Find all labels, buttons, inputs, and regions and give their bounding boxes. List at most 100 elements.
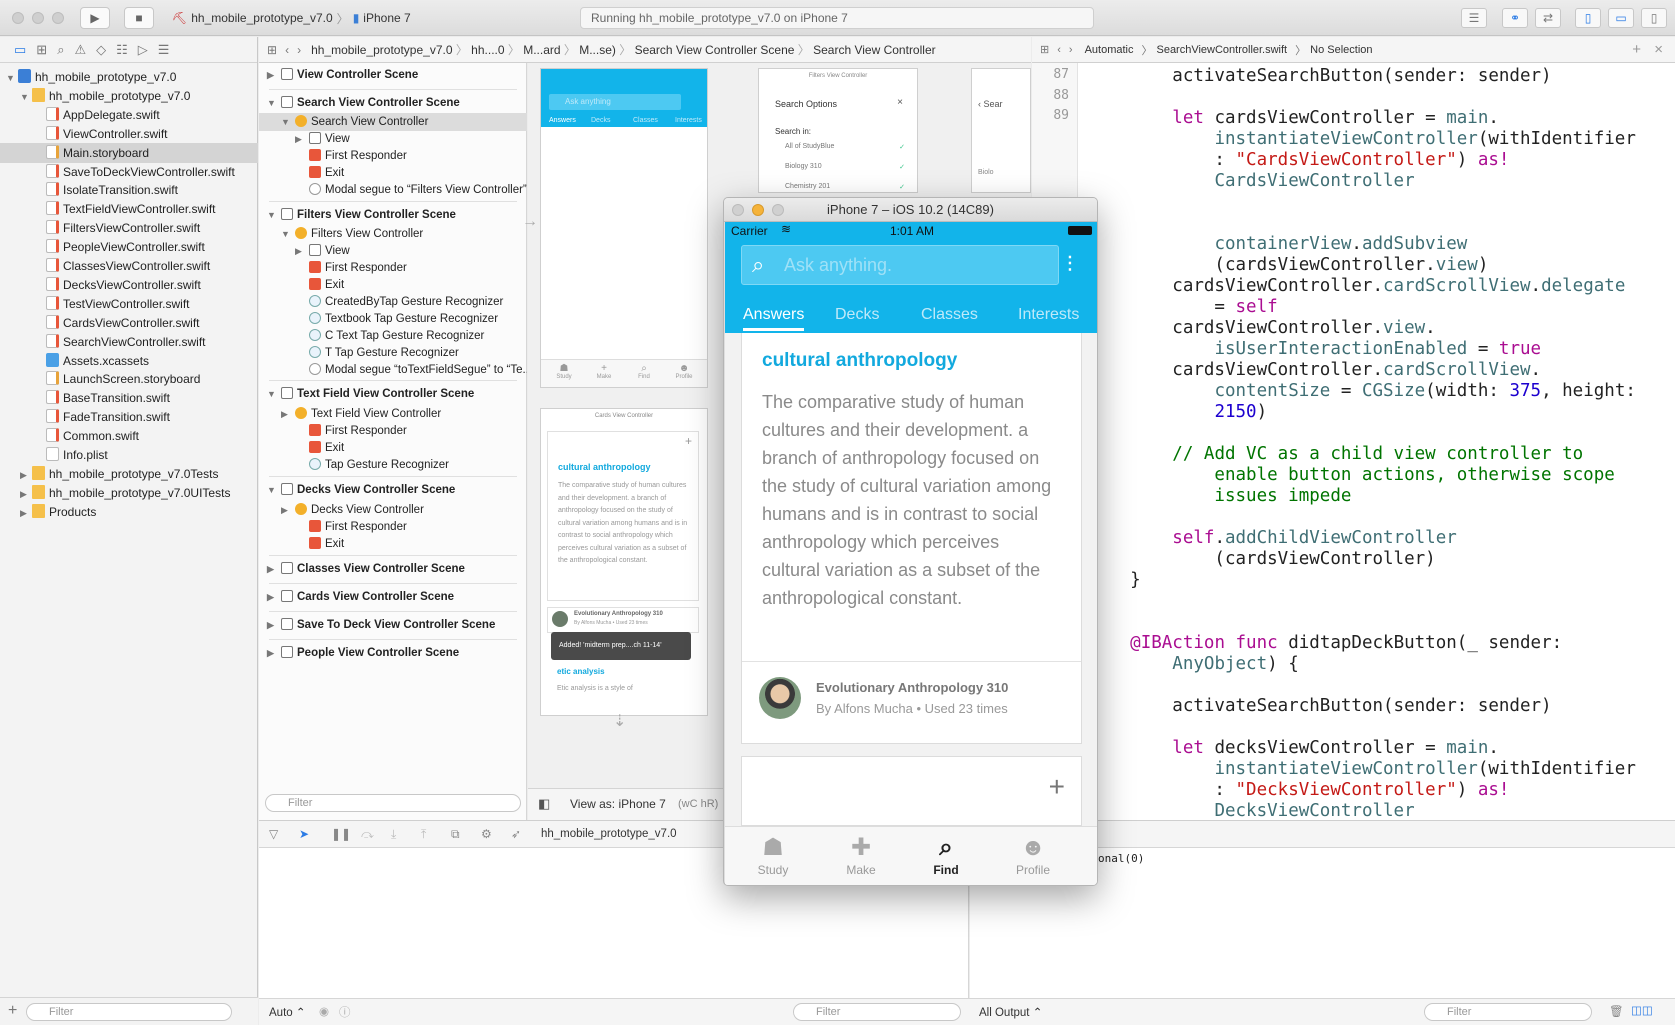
outline-item-exit[interactable]: Exit bbox=[259, 439, 527, 457]
forward-icon[interactable]: › bbox=[297, 43, 301, 57]
symbol-tab-icon[interactable]: ⊞ bbox=[36, 42, 47, 58]
forward-icon[interactable]: › bbox=[1069, 44, 1073, 56]
file-tree-item[interactable]: Common.swift bbox=[0, 426, 258, 446]
step-out-icon[interactable]: ⤒ bbox=[421, 827, 426, 842]
outline-toggle-icon[interactable]: ◧ bbox=[538, 796, 550, 812]
trash-icon[interactable]: 🗑 bbox=[1609, 1004, 1624, 1018]
back-icon[interactable]: ‹ bbox=[285, 43, 289, 57]
outline-item-scene[interactable]: ▼ Filters View Controller Scene bbox=[259, 206, 527, 224]
outline-item-fr[interactable]: First Responder bbox=[259, 422, 527, 440]
assistant-mode[interactable]: Automatic bbox=[1085, 44, 1134, 56]
file-tree-item[interactable]: Assets.xcassets bbox=[0, 351, 258, 371]
assistant-file[interactable]: SearchViewController.swift bbox=[1156, 44, 1287, 56]
disclosure-triangle-icon[interactable]: ▶ bbox=[267, 644, 281, 662]
close-editor-icon[interactable]: × bbox=[1654, 41, 1663, 58]
pause-icon[interactable]: ❚❚ bbox=[331, 827, 351, 841]
navigator-filter-input[interactable]: Filter bbox=[26, 1003, 232, 1021]
disclosure-triangle-icon[interactable]: ▼ bbox=[267, 206, 281, 224]
navigator-toggle-icon[interactable]: ▯ bbox=[1575, 8, 1601, 28]
file-tree-item[interactable]: FiltersViewController.swift bbox=[0, 218, 258, 238]
outline-item-vc[interactable]: ▶ Text Field View Controller bbox=[259, 405, 527, 423]
file-tree-item[interactable]: DecksViewController.swift bbox=[0, 275, 258, 295]
file-tree-item[interactable]: LaunchScreen.storyboard bbox=[0, 369, 258, 389]
disclosure-triangle-icon[interactable]: ▼ bbox=[267, 94, 281, 112]
partial-view-controller-preview[interactable]: ‹ Sear Biolo bbox=[971, 68, 1031, 193]
output-select[interactable]: All Output ⌃ bbox=[979, 1005, 1042, 1019]
related-items-icon[interactable]: ⊞ bbox=[267, 43, 277, 57]
tab-bar-item-make[interactable]: ✚ Make bbox=[831, 833, 891, 877]
outline-item-vc[interactable]: ▼ Filters View Controller bbox=[259, 225, 527, 243]
outline-item-gest[interactable]: Tap Gesture Recognizer bbox=[259, 456, 527, 474]
auto-variables-select[interactable]: Auto ⌃ bbox=[269, 1005, 306, 1019]
deck-title[interactable]: Evolutionary Anthropology 310 bbox=[816, 680, 1008, 695]
file-tree-item[interactable]: ▶ hh_mobile_prototype_v7.0Tests bbox=[0, 464, 258, 484]
outline-item-gest[interactable]: Textbook Tap Gesture Recognizer bbox=[259, 310, 527, 328]
tab-bar-item-find[interactable]: ⌕ Find bbox=[916, 833, 976, 877]
outline-item-view[interactable]: ▶ View bbox=[259, 130, 527, 148]
disclosure-triangle-icon[interactable]: ▶ bbox=[295, 130, 309, 148]
file-tree-item[interactable]: FadeTransition.swift bbox=[0, 407, 258, 427]
breadcrumb-item[interactable]: M...ard bbox=[523, 43, 560, 57]
filters-view-controller-preview[interactable]: Filters View Controller Search Options ×… bbox=[758, 68, 918, 193]
tab-bar-item-study[interactable]: ☗ Study bbox=[743, 833, 803, 877]
simulator-window[interactable]: iPhone 7 – iOS 10.2 (14C89) Carrier ≋ 1:… bbox=[723, 197, 1098, 886]
outline-item-scene[interactable]: ▶ Classes View Controller Scene bbox=[259, 560, 527, 578]
back-icon[interactable]: ‹ bbox=[1057, 44, 1061, 56]
minimize-window-button[interactable] bbox=[32, 12, 44, 24]
breadcrumb-item[interactable]: Search View Controller Scene bbox=[635, 43, 795, 57]
outline-item-segue[interactable]: Modal segue to “Filters View Controller” bbox=[259, 181, 527, 199]
step-over-icon[interactable]: ⤼ bbox=[361, 827, 374, 842]
outline-item-exit[interactable]: Exit bbox=[259, 276, 527, 294]
tab-bar-item-profile[interactable]: ☻ Profile bbox=[1003, 833, 1063, 877]
file-tree-item[interactable]: CardsViewController.swift bbox=[0, 313, 258, 333]
disclosure-triangle-icon[interactable]: ▼ bbox=[267, 385, 281, 403]
debug-area-toggle-icon[interactable]: ▭ bbox=[1608, 8, 1634, 28]
stop-button[interactable]: ■ bbox=[124, 7, 154, 29]
outline-item-scene[interactable]: ▼ Decks View Controller Scene bbox=[259, 481, 527, 499]
assistant-editor-icon[interactable]: ⚭ bbox=[1502, 8, 1528, 28]
file-tree-item[interactable]: PeopleViewController.swift bbox=[0, 237, 258, 257]
outline-item-vc[interactable]: ▶ Decks View Controller bbox=[259, 501, 527, 519]
outline-item-gest[interactable]: T Tap Gesture Recognizer bbox=[259, 344, 527, 362]
disclosure-triangle-icon[interactable]: ▼ bbox=[281, 113, 295, 131]
disclosure-triangle-icon[interactable]: ▶ bbox=[267, 616, 281, 634]
filter-sliders-icon[interactable]: ⫶ bbox=[1067, 252, 1073, 278]
cards-view-controller-preview[interactable]: Cards View Controller + cultural anthrop… bbox=[540, 408, 708, 716]
disclosure-triangle-icon[interactable]: ▶ bbox=[267, 560, 281, 578]
report-tab-icon[interactable]: ☰ bbox=[158, 42, 170, 58]
breadcrumb-item[interactable]: Search View Controller bbox=[813, 43, 936, 57]
search-view-controller-preview[interactable]: Ask anything Answers Decks Classes Interest… bbox=[540, 68, 708, 388]
outline-item-scene[interactable]: ▼ Text Field View Controller Scene bbox=[259, 385, 527, 403]
file-tree-item[interactable]: ▼ hh_mobile_prototype_v7.0 bbox=[0, 86, 258, 106]
disclosure-triangle-icon[interactable]: ▶ bbox=[267, 66, 281, 84]
outline-item-exit[interactable]: Exit bbox=[259, 164, 527, 182]
outline-item-scene[interactable]: ▼ Search View Controller Scene bbox=[259, 94, 527, 112]
search-input[interactable]: ⌕ Ask anything. bbox=[741, 245, 1059, 285]
find-tab-icon[interactable]: ⌕ bbox=[57, 42, 64, 58]
disclosure-triangle-icon[interactable]: ▶ bbox=[20, 503, 32, 523]
variables-filter-input[interactable]: Filter bbox=[793, 1003, 961, 1021]
file-tree-item[interactable]: Main.storyboard bbox=[0, 142, 258, 163]
tab-classes[interactable]: Classes bbox=[921, 306, 978, 324]
outline-filter-input[interactable]: Filter bbox=[265, 794, 521, 812]
zoom-window-button[interactable] bbox=[772, 204, 784, 216]
console-filter-input[interactable]: Filter bbox=[1424, 1003, 1592, 1021]
breadcrumb-item[interactable]: M...se) bbox=[579, 43, 616, 57]
file-tree-item[interactable]: AppDelegate.swift bbox=[0, 105, 258, 125]
outline-item-exit[interactable]: Exit bbox=[259, 535, 527, 553]
outline-item-segue[interactable]: Modal segue “toTextFieldSegue” to “Te... bbox=[259, 361, 527, 379]
outline-item-vc[interactable]: ▼ Search View Controller bbox=[259, 113, 527, 131]
outline-item-fr[interactable]: First Responder bbox=[259, 518, 527, 536]
tab-interests[interactable]: Interests bbox=[1018, 306, 1079, 324]
test-tab-icon[interactable]: ◇ bbox=[96, 42, 106, 58]
outline-item-scene[interactable]: ▶ People View Controller Scene bbox=[259, 644, 527, 662]
zoom-window-button[interactable] bbox=[52, 12, 64, 24]
outline-item-scene[interactable]: ▶ Save To Deck View Controller Scene bbox=[259, 616, 527, 634]
disclosure-triangle-icon[interactable]: ▶ bbox=[281, 405, 295, 423]
disclosure-triangle-icon[interactable]: ▶ bbox=[295, 242, 309, 260]
view-as-label[interactable]: View as: iPhone 7 bbox=[570, 797, 666, 811]
debug-tab-icon[interactable]: ☷ bbox=[116, 42, 128, 58]
file-tree-item[interactable]: TextFieldViewController.swift bbox=[0, 199, 258, 219]
close-window-button[interactable] bbox=[732, 204, 744, 216]
file-tree-item[interactable]: TestViewController.swift bbox=[0, 294, 258, 314]
